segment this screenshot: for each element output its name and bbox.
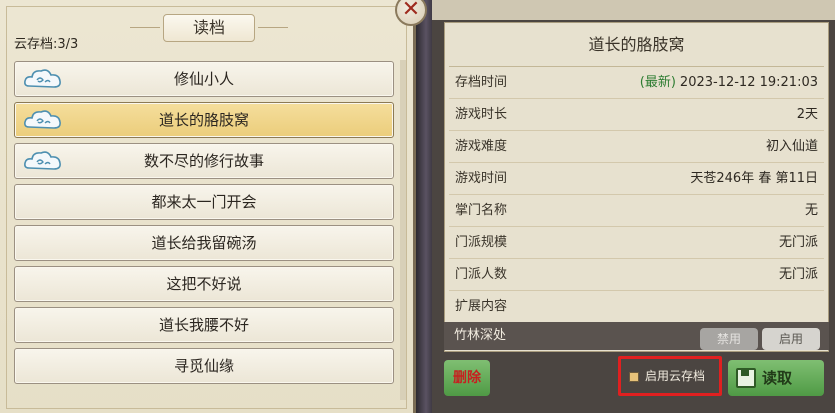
save-slot-name: 道长给我留碗汤: [151, 234, 257, 252]
info-row: 游戏时间 天苍246年 春 第11日: [449, 163, 824, 195]
info-label: 门派人数: [455, 267, 508, 282]
cloud-save-count: 云存档:3/3: [14, 37, 79, 52]
info-label: 游戏难度: [455, 139, 508, 154]
action-bar: 删除 启用云存档 读取: [432, 352, 835, 413]
info-value-text: 无门派: [778, 235, 818, 250]
info-value-text: 无门派: [778, 267, 818, 282]
panel-title: 读档: [130, 14, 288, 42]
disable-mod-button[interactable]: 禁用: [700, 328, 758, 350]
info-label: 掌门名称: [455, 203, 508, 218]
load-button[interactable]: 读取: [728, 360, 824, 396]
save-info-table: 存档时间 (最新) 2023-12-12 19:21:03 游戏时长 2天游戏难度 初入仙…: [445, 67, 828, 323]
info-value: 无门派: [779, 227, 818, 259]
save-slot-name: 寻觅仙缘: [173, 357, 234, 375]
save-slot[interactable]: 道长给我留碗汤: [14, 225, 394, 261]
info-value-text: 初入仙道: [765, 139, 818, 154]
save-slot-list: 修仙小人道长的胳肢窝 数不尽的修行故事 都来太一门开会 道长给我留碗汤 这把不好说道长我…: [14, 61, 394, 389]
info-value: 天苍246年 春 第11日: [690, 163, 818, 195]
disk-icon: [736, 368, 756, 388]
cloud-save-label: 启用云存档: [645, 369, 706, 383]
save-slot-name: 修仙小人: [173, 70, 234, 88]
info-label: 存档时间: [455, 75, 508, 90]
save-slot-name: 这把不好说: [166, 275, 242, 293]
info-value: 初入仙道: [766, 131, 818, 163]
enable-mod-button[interactable]: 启用: [762, 328, 820, 350]
info-value: (最新) 2023-12-12 19:21:03: [640, 67, 818, 99]
info-row: 存档时间 (最新) 2023-12-12 19:21:03: [449, 67, 824, 99]
panel-header-bg: [432, 0, 835, 20]
save-slot[interactable]: 寻觅仙缘: [14, 348, 394, 384]
cloud-icon: [24, 151, 61, 170]
info-row: 门派规模 无门派: [449, 227, 824, 259]
info-row: 游戏时长 2天: [449, 99, 824, 131]
scrollbar[interactable]: [400, 60, 406, 400]
info-value-text: 2023-12-12 19:21:03: [679, 75, 818, 90]
enable-cloud-save-toggle[interactable]: 启用云存档: [618, 356, 722, 396]
save-slot-name: 道长我腰不好: [158, 316, 249, 334]
cloud-icon: [24, 110, 61, 129]
load-button-label: 读取: [762, 369, 793, 387]
save-slot[interactable]: 道长我腰不好: [14, 307, 394, 343]
mod-name: 竹林深处: [454, 328, 507, 343]
mod-row: 竹林深处 禁用 启用: [444, 322, 829, 350]
delete-button[interactable]: 删除: [444, 360, 490, 396]
save-slot-name: 都来太一门开会: [151, 193, 257, 211]
save-slot[interactable]: 这把不好说: [14, 266, 394, 302]
info-value: 2天: [797, 99, 818, 131]
cloud-save-checkbox[interactable]: [629, 372, 639, 382]
info-value-text: 无: [804, 203, 818, 218]
save-detail-card: 道长的胳肢窝 存档时间 (最新) 2023-12-12 19:21:03 游戏时长 2天…: [444, 22, 829, 352]
save-slot[interactable]: 修仙小人: [14, 61, 394, 97]
info-value: 无: [805, 195, 818, 227]
info-row: 扩展内容: [449, 291, 824, 323]
info-value-text: 天苍246年 春 第11日: [690, 171, 818, 186]
cloud-icon: [24, 69, 61, 88]
info-label: 扩展内容: [455, 299, 508, 314]
save-list-panel: 读档 云存档:3/3 修仙小人道长的胳肢窝 数不尽的修行故事 都来太一门开会 道长给我…: [0, 0, 416, 413]
save-slot-name: 道长的胳肢窝: [158, 111, 249, 129]
save-title: 道长的胳肢窝: [449, 23, 824, 67]
save-slot[interactable]: 都来太一门开会: [14, 184, 394, 220]
info-row: 门派人数 无门派: [449, 259, 824, 291]
save-slot[interactable]: 数不尽的修行故事: [14, 143, 394, 179]
save-slot-name: 数不尽的修行故事: [143, 152, 264, 170]
info-label: 游戏时间: [455, 171, 508, 186]
info-value-text: 2天: [796, 107, 818, 122]
info-label: 门派规模: [455, 235, 508, 250]
info-label: 游戏时长: [455, 107, 508, 122]
save-detail-panel: 道长的胳肢窝 存档时间 (最新) 2023-12-12 19:21:03 游戏时长 2天…: [432, 0, 835, 413]
info-row: 游戏难度 初入仙道: [449, 131, 824, 163]
save-slot[interactable]: 道长的胳肢窝: [14, 102, 394, 138]
latest-badge: (最新): [639, 75, 676, 90]
info-row: 掌门名称 无: [449, 195, 824, 227]
info-value: 无门派: [779, 259, 818, 291]
